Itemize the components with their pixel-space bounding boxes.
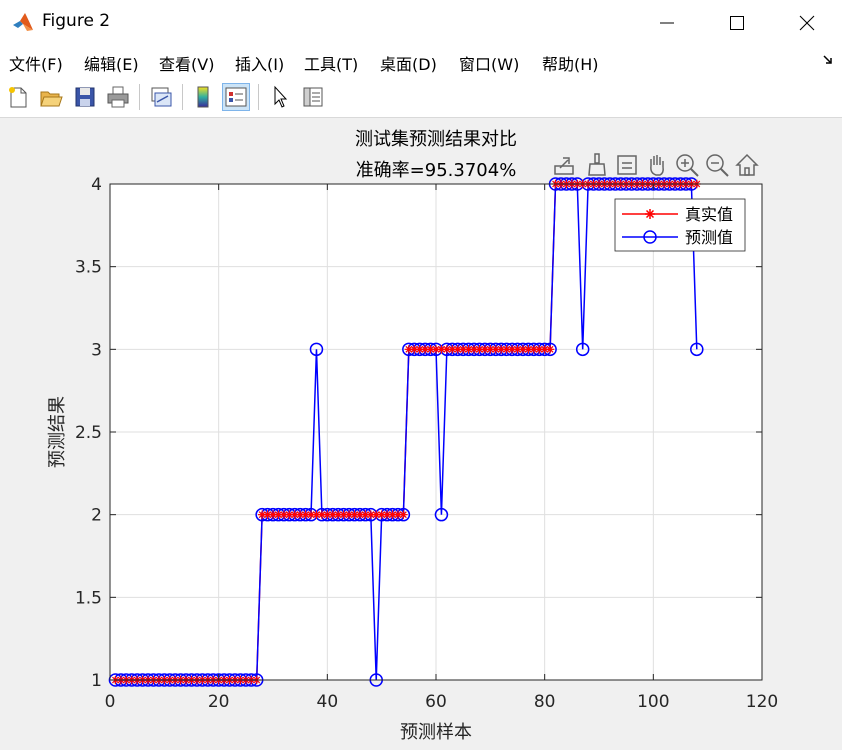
x-tick-label: 20 <box>208 692 230 712</box>
y-tick-label: 3 <box>91 340 102 360</box>
toolbar-separator <box>258 84 259 110</box>
menu-file[interactable]: 文件(F) <box>9 51 63 75</box>
y-tick-label: 2.5 <box>75 423 102 443</box>
title-bar[interactable]: Figure 2 <box>0 0 842 45</box>
zoom-in-icon[interactable] <box>674 152 700 178</box>
x-tick-label: 0 <box>105 692 116 712</box>
print-button[interactable] <box>105 84 131 110</box>
minimize-button[interactable] <box>632 0 702 45</box>
edit-plot-button[interactable] <box>267 84 293 110</box>
menu-tools[interactable]: 工具(T) <box>304 51 358 75</box>
x-tick-label: 80 <box>534 692 556 712</box>
close-icon <box>799 15 815 31</box>
legend-icon <box>225 87 247 107</box>
x-tick-label: 120 <box>746 692 778 712</box>
save-button[interactable] <box>72 84 98 110</box>
menu-help[interactable]: 帮助(H) <box>542 51 599 75</box>
menu-desktop[interactable]: 桌面(D) <box>380 51 437 75</box>
y-axis-label: 预测结果 <box>47 396 68 468</box>
legend[interactable]: 真实值 预测值 <box>614 198 746 252</box>
toolbar-separator <box>182 84 183 110</box>
toolbar-separator <box>139 84 140 110</box>
close-button[interactable] <box>772 0 842 45</box>
figure-window: Figure 2 文件(F) 编辑(E) 查看(V) 插入(I) 工具(T) 桌… <box>0 0 842 750</box>
legend-button[interactable] <box>222 83 250 111</box>
menu-insert[interactable]: 插入(I) <box>235 51 284 75</box>
x-tick-label: 100 <box>637 692 669 712</box>
true-point <box>545 345 555 354</box>
minimize-icon <box>660 22 674 24</box>
property-inspector-button[interactable] <box>300 84 326 110</box>
maximize-icon <box>730 16 744 30</box>
x-axis-label: 预测样本 <box>400 722 472 743</box>
menu-bar: 文件(F) 编辑(E) 查看(V) 插入(I) 工具(T) 桌面(D) 窗口(W… <box>0 45 842 78</box>
dock-arrow-icon[interactable] <box>822 54 834 66</box>
print-icon <box>107 86 129 108</box>
axes-toolbar <box>552 152 762 180</box>
x-tick-label: 60 <box>425 692 447 712</box>
new-figure-button[interactable] <box>5 84 31 110</box>
menu-edit[interactable]: 编辑(E) <box>84 51 139 75</box>
y-tick-label: 1.5 <box>75 588 102 608</box>
property-inspector-icon <box>303 87 323 107</box>
chart-title: 测试集预测结果对比 <box>355 129 517 150</box>
chart-subtitle: 准确率=95.3704% <box>356 160 517 181</box>
true-point <box>399 510 408 519</box>
save-icon <box>75 87 95 107</box>
legend-marker-true <box>645 209 655 219</box>
colorbar-button[interactable] <box>190 84 216 110</box>
window-title: Figure 2 <box>42 11 111 31</box>
figure-toolbar <box>0 78 842 118</box>
y-tick-label: 4 <box>91 175 102 195</box>
y-tick-label: 1 <box>91 671 102 691</box>
y-tick-label: 2 <box>91 506 102 526</box>
matlab-icon <box>12 11 34 33</box>
link-plot-icon <box>151 87 172 107</box>
menu-window[interactable]: 窗口(W) <box>459 51 519 75</box>
legend-label-pred: 预测值 <box>685 228 733 247</box>
brush-icon[interactable] <box>584 152 610 178</box>
line-chart[interactable]: 0 20 40 60 80 100 120 1 1.5 2 2.5 3 3.5 4 测试集预测结果对比 准… <box>0 118 842 750</box>
data-tips-icon[interactable] <box>614 152 640 178</box>
pan-icon[interactable] <box>644 152 670 178</box>
colorbar-icon <box>197 86 209 108</box>
menu-view[interactable]: 查看(V) <box>159 51 214 75</box>
export-icon[interactable] <box>552 152 578 178</box>
open-file-icon <box>40 91 63 107</box>
open-file-button[interactable] <box>38 84 64 110</box>
y-tick-label: 3.5 <box>75 258 102 278</box>
new-figure-icon <box>9 87 27 108</box>
edit-plot-icon <box>274 85 288 108</box>
home-icon[interactable] <box>734 152 760 178</box>
x-tick-label: 40 <box>317 692 339 712</box>
zoom-out-icon[interactable] <box>704 152 730 178</box>
legend-label-true: 真实值 <box>685 205 733 224</box>
maximize-button[interactable] <box>702 0 772 45</box>
link-plot-button[interactable] <box>148 84 174 110</box>
